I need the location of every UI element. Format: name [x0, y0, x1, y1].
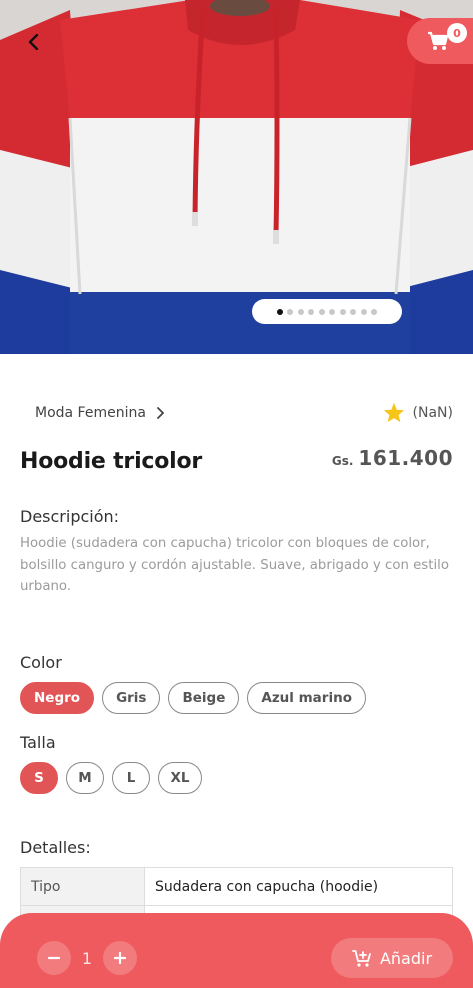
plus-icon — [114, 952, 126, 964]
decrease-quantity-button[interactable] — [37, 941, 71, 975]
category-label: Moda Femenina — [35, 405, 146, 421]
quantity-value: 1 — [81, 948, 93, 968]
pagination-dot[interactable] — [360, 308, 367, 315]
bottom-action-bar: 1 Añadir — [0, 913, 473, 988]
add-to-cart-button[interactable]: Añadir — [331, 938, 453, 978]
detail-value: Sudadera con capucha (hoodie) — [144, 867, 453, 906]
product-rating: (NaN) — [383, 402, 453, 423]
price-currency: Gs. — [331, 454, 354, 468]
product-title: Hoodie tricolor — [20, 449, 203, 474]
category-link[interactable]: Moda Femenina — [35, 405, 164, 421]
color-option-gris[interactable]: Gris — [102, 682, 161, 714]
rating-text: (NaN) — [412, 404, 453, 421]
color-label: Color — [20, 653, 62, 672]
price-value: 161.400 — [358, 446, 453, 470]
size-option-s[interactable]: S — [20, 762, 58, 794]
add-to-cart-icon — [352, 949, 371, 967]
color-option-negro[interactable]: Negro — [20, 682, 95, 714]
back-button[interactable] — [18, 26, 50, 58]
color-option-beige[interactable]: Beige — [168, 682, 240, 714]
add-to-cart-label: Añadir — [379, 948, 433, 968]
minus-icon — [48, 956, 60, 960]
color-options: Negro Gris Beige Azul marino — [20, 682, 366, 714]
description-heading: Descripción: — [20, 507, 120, 526]
pagination-dot[interactable] — [287, 308, 294, 315]
pagination-dot[interactable] — [339, 308, 346, 315]
size-label: Talla — [20, 733, 56, 752]
star-icon — [383, 402, 404, 423]
size-option-xl[interactable]: XL — [158, 762, 202, 794]
details-heading: Detalles: — [20, 838, 91, 857]
pagination-dot[interactable] — [318, 308, 325, 315]
table-row: Tipo Sudadera con capucha (hoodie) — [20, 867, 453, 906]
cart-count-badge: 0 — [447, 23, 467, 43]
cart-icon — [428, 31, 449, 50]
cart-button[interactable]: 0 — [407, 18, 473, 64]
product-price: Gs. 161.400 — [332, 446, 453, 470]
pagination-dot[interactable] — [276, 308, 283, 315]
pagination-dot[interactable] — [350, 308, 357, 315]
size-option-l[interactable]: L — [112, 762, 150, 794]
size-options: S M L XL — [20, 762, 202, 794]
size-option-m[interactable]: M — [66, 762, 104, 794]
chevron-right-icon — [157, 407, 164, 419]
quantity-stepper: 1 — [37, 941, 137, 975]
chevron-left-icon — [28, 34, 39, 50]
product-image-gallery[interactable]: 0 — [0, 0, 473, 354]
gallery-pagination — [252, 299, 402, 324]
pagination-dot[interactable] — [308, 308, 315, 315]
increase-quantity-button[interactable] — [103, 941, 137, 975]
pagination-dot[interactable] — [297, 308, 304, 315]
pagination-dot[interactable] — [329, 308, 336, 315]
detail-key: Tipo — [20, 867, 145, 906]
product-photo — [0, 0, 473, 354]
color-option-azul-marino[interactable]: Azul marino — [247, 682, 366, 714]
pagination-dot[interactable] — [371, 308, 378, 315]
description-text: Hoodie (sudadera con capucha) tricolor c… — [20, 536, 449, 594]
